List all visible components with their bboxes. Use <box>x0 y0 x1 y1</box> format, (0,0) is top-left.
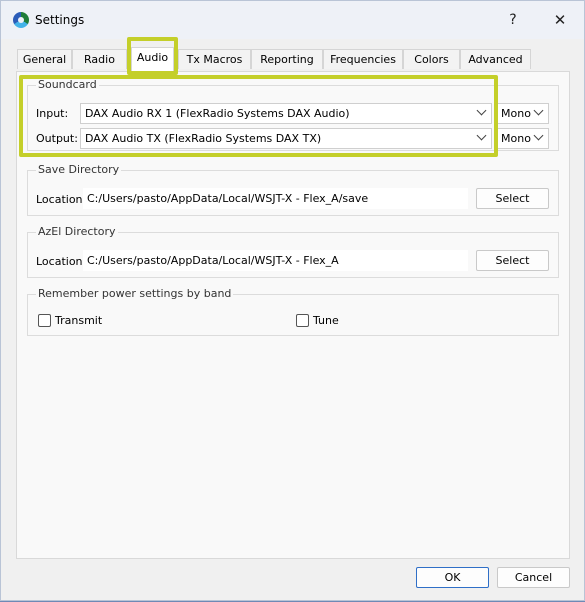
save-location-label: Location: <box>36 193 87 206</box>
chevron-down-icon <box>476 130 487 141</box>
save-directory-select-button[interactable]: Select <box>476 188 549 209</box>
input-channel-value: Mono <box>501 107 531 120</box>
azel-directory-title: AzEl Directory <box>36 225 118 238</box>
window-title: Settings <box>35 13 85 27</box>
audio-tab-panel: Soundcard Input: DAX Audio RX 1 (FlexRad… <box>16 71 570 559</box>
save-directory-title: Save Directory <box>36 163 122 176</box>
azel-location-value: C:/Users/pasto/AppData/Local/WSJT-X - Fl… <box>83 250 468 271</box>
tune-label: Tune <box>313 314 339 327</box>
output-device-value: DAX Audio TX (FlexRadio Systems DAX TX) <box>85 132 322 145</box>
input-device-value: DAX Audio RX 1 (FlexRadio Systems DAX Au… <box>85 107 350 120</box>
output-label: Output: <box>36 132 78 145</box>
azel-directory-select-button[interactable]: Select <box>476 250 549 271</box>
chevron-down-icon <box>533 105 544 116</box>
output-channel-select[interactable]: Mono <box>496 128 549 149</box>
output-channel-value: Mono <box>501 132 531 145</box>
power-settings-group: Remember power settings by band Transmit… <box>27 287 559 336</box>
input-label: Input: <box>36 107 69 120</box>
title-bar: Settings ? ✕ <box>1 1 584 39</box>
transmit-label: Transmit <box>55 314 103 327</box>
save-location-value: C:/Users/pasto/AppData/Local/WSJT-X - Fl… <box>83 188 468 209</box>
chevron-down-icon <box>476 105 487 116</box>
azel-directory-group: AzEl Directory Location: C:/Users/pasto/… <box>27 225 559 278</box>
tab-frequencies[interactable]: Frequencies <box>323 49 403 69</box>
close-icon[interactable]: ✕ <box>548 9 572 31</box>
output-device-select[interactable]: DAX Audio TX (FlexRadio Systems DAX TX) <box>80 128 492 149</box>
input-channel-select[interactable]: Mono <box>496 103 549 124</box>
cancel-button[interactable]: Cancel <box>497 567 570 588</box>
tab-audio[interactable]: Audio <box>131 47 174 72</box>
tab-colors[interactable]: Colors <box>403 49 460 69</box>
ok-button[interactable]: OK <box>416 567 489 588</box>
tab-advanced[interactable]: Advanced <box>460 49 531 69</box>
tab-general[interactable]: General <box>17 49 72 69</box>
transmit-checkbox[interactable] <box>38 314 51 327</box>
soundcard-group: Soundcard Input: DAX Audio RX 1 (FlexRad… <box>27 78 559 151</box>
chevron-down-icon <box>533 130 544 141</box>
save-directory-group: Save Directory Location: C:/Users/pasto/… <box>27 163 559 216</box>
power-settings-title: Remember power settings by band <box>36 287 234 300</box>
help-button[interactable]: ? <box>501 9 525 31</box>
azel-location-label: Location: <box>36 255 87 268</box>
soundcard-title: Soundcard <box>36 78 99 91</box>
tab-reporting[interactable]: Reporting <box>251 49 323 69</box>
tune-checkbox[interactable] <box>296 314 309 327</box>
input-device-select[interactable]: DAX Audio RX 1 (FlexRadio Systems DAX Au… <box>80 103 492 124</box>
app-icon <box>13 12 29 28</box>
tab-tx-macros[interactable]: Tx Macros <box>178 49 251 69</box>
settings-dialog: Settings ? ✕ General Radio Audio Tx Macr… <box>0 0 585 601</box>
tab-radio[interactable]: Radio <box>72 49 127 69</box>
